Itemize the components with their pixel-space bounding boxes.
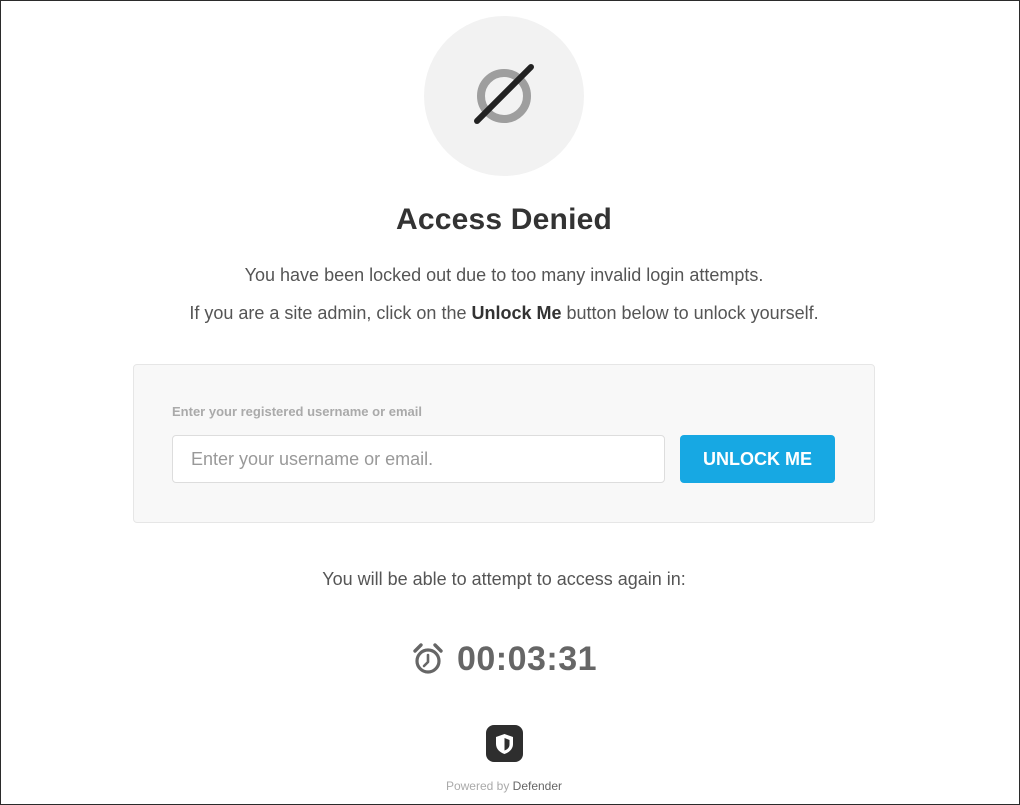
admin-instruction-prefix: If you are a site admin, click on the xyxy=(189,303,472,323)
forbidden-icon xyxy=(474,64,534,124)
powered-by-brand: Defender xyxy=(512,779,563,793)
countdown-timer: 00:03:31 xyxy=(1,637,1007,681)
admin-instruction-suffix: button below to unlock yourself. xyxy=(561,303,819,323)
countdown-time: 00:03:31 xyxy=(456,639,598,678)
countdown-label: You will be able to attempt to access ag… xyxy=(322,569,686,589)
shield-icon xyxy=(496,734,513,754)
lockout-page: Access Denied You have been locked out d… xyxy=(0,0,1020,805)
forbidden-icon-circle xyxy=(424,16,584,176)
admin-instruction-highlight: Unlock Me xyxy=(471,303,562,323)
unlock-form-card: Enter your registered username or email … xyxy=(133,364,875,523)
powered-by-prefix: Powered by xyxy=(445,779,513,793)
powered-by: Powered by Defender xyxy=(1,779,1007,793)
unlock-me-button[interactable]: UNLOCK ME xyxy=(680,435,835,483)
admin-instruction: If you are a site admin, click on the Un… xyxy=(1,303,1007,324)
username-input[interactable] xyxy=(172,435,665,483)
username-field-label: Enter your registered username or email xyxy=(172,404,422,419)
defender-logo xyxy=(486,725,523,762)
page-title: Access Denied xyxy=(395,203,613,236)
lockout-message: You have been locked out due to too many… xyxy=(244,265,764,285)
alarm-clock-icon xyxy=(413,643,443,674)
